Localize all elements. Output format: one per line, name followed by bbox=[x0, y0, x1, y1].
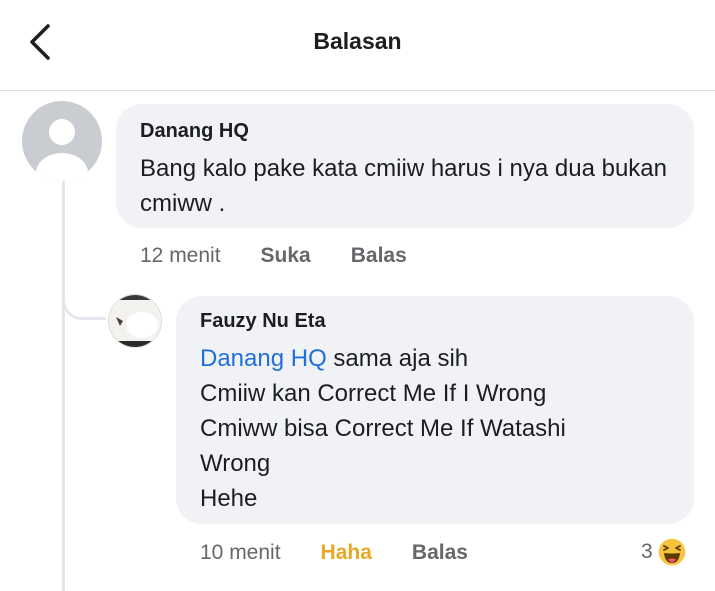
comment-author[interactable]: Danang HQ bbox=[140, 120, 670, 143]
mention-link[interactable]: Danang HQ bbox=[200, 345, 327, 372]
reply-button[interactable]: Balas bbox=[351, 244, 407, 268]
haha-button[interactable]: Haha bbox=[321, 541, 372, 565]
like-button[interactable]: Suka bbox=[261, 244, 311, 268]
avatar[interactable] bbox=[108, 294, 162, 348]
reply-line: sama aja sih bbox=[333, 345, 469, 372]
reply-button[interactable]: Balas bbox=[412, 541, 468, 565]
avatar[interactable] bbox=[22, 101, 102, 181]
reply-line: Wrong bbox=[200, 450, 271, 477]
reply-author[interactable]: Fauzy Nu Eta bbox=[200, 310, 670, 333]
comment-text: Bang kalo pake kata cmiiw harus i nya du… bbox=[140, 155, 667, 217]
profile-photo-icon bbox=[109, 295, 161, 347]
thread-line bbox=[62, 180, 65, 591]
comment-bubble: Danang HQ Bang kalo pake kata cmiiw haru… bbox=[116, 104, 694, 228]
reply-line: Hehe bbox=[200, 485, 258, 512]
thread-branch bbox=[62, 268, 106, 320]
reply-bubble: Fauzy Nu Eta Danang HQ sama aja sih Cmii… bbox=[176, 296, 694, 524]
reaction-summary[interactable]: 3 bbox=[641, 537, 687, 567]
top-bar: Balasan bbox=[0, 0, 715, 91]
comment-time: 12 menit bbox=[140, 244, 221, 267]
reply-line: Cmiiw kan Correct Me If I Wrong bbox=[200, 380, 547, 407]
reply-line: Cmiww bisa Correct Me If Watashi bbox=[200, 415, 566, 442]
reply-actions: 10 menit Haha Balas bbox=[200, 541, 508, 565]
reply-time: 10 menit bbox=[200, 541, 281, 564]
reply-text: Danang HQ sama aja sih Cmiiw kan Correct… bbox=[200, 341, 670, 516]
comment-actions: 12 menit Suka Balas bbox=[140, 244, 447, 268]
reaction-count: 3 bbox=[641, 540, 653, 563]
default-avatar-icon bbox=[36, 119, 88, 181]
page-title: Balasan bbox=[313, 28, 402, 54]
haha-emoji-icon bbox=[656, 537, 687, 567]
